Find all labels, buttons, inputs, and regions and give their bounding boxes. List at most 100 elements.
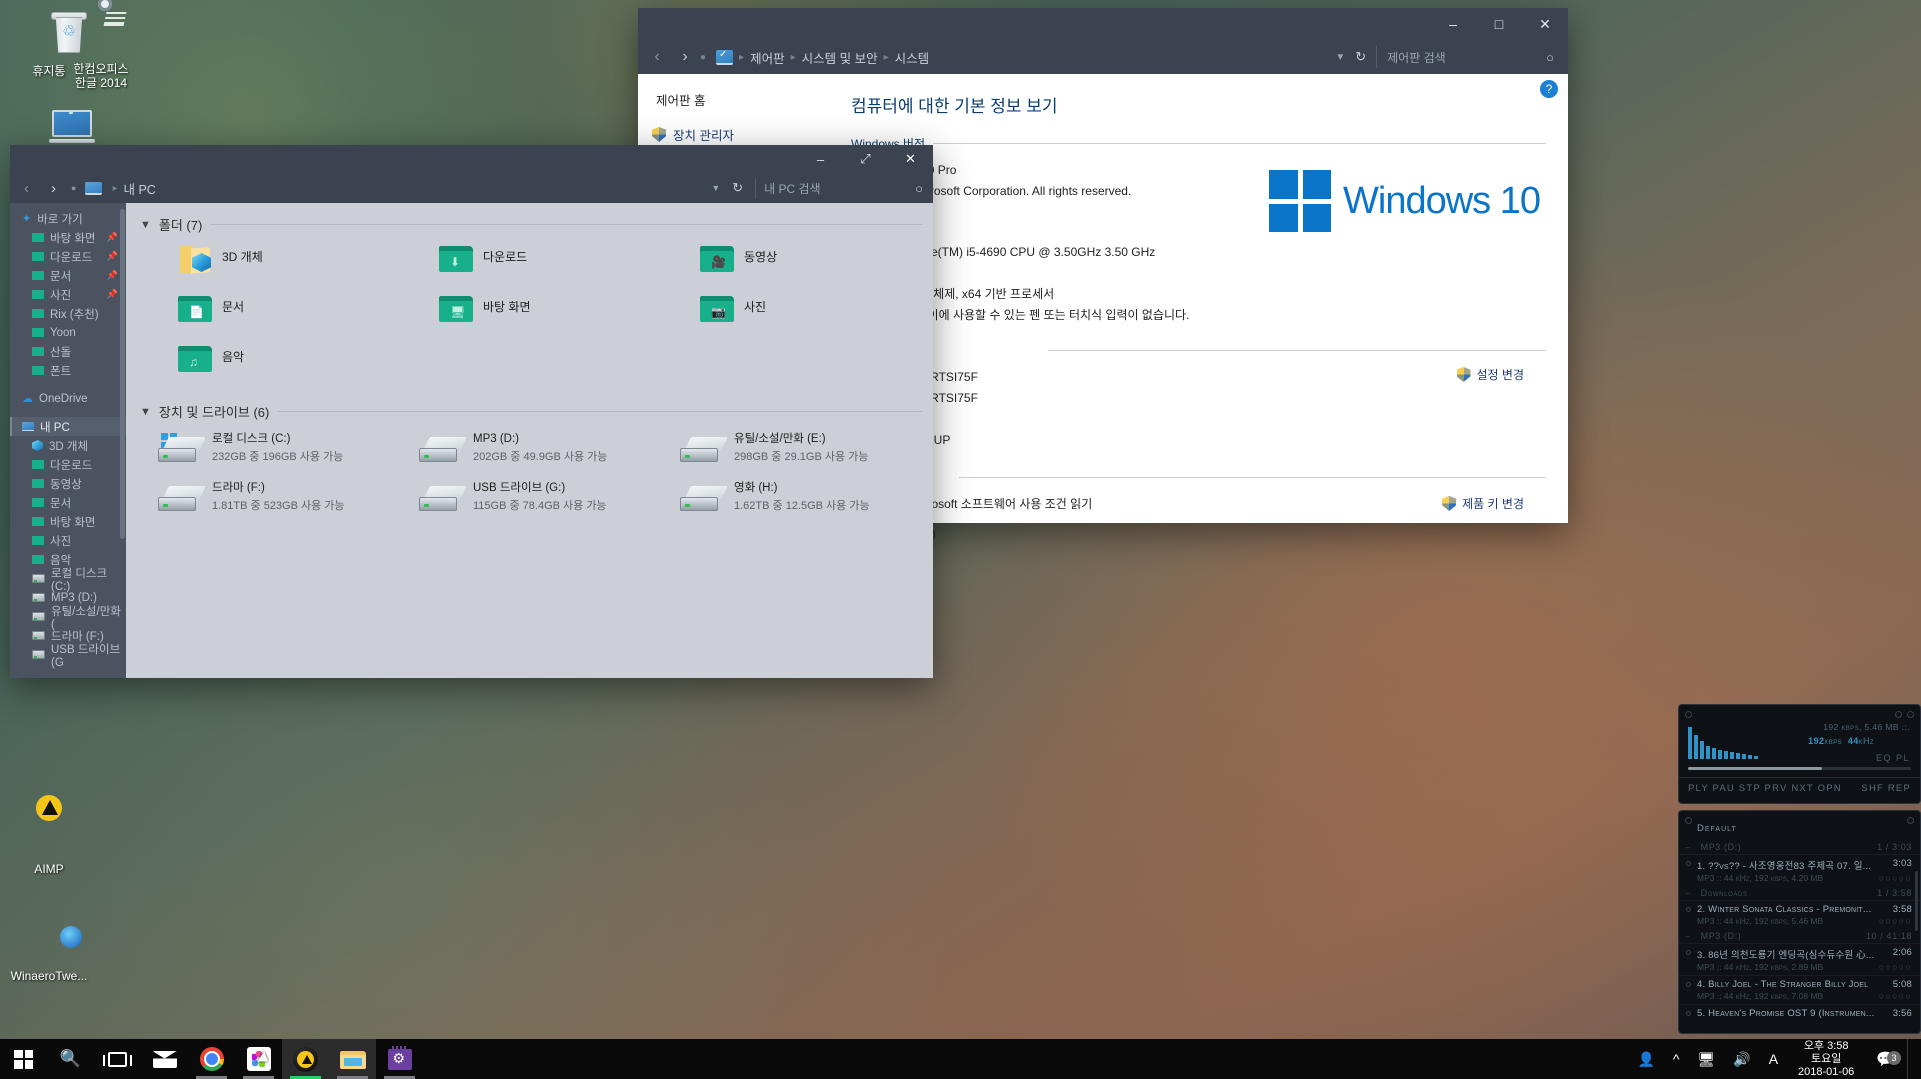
back-button[interactable]: ‹ xyxy=(644,48,670,66)
close-button[interactable]: ✕ xyxy=(1522,8,1568,40)
control-panel-home-link[interactable]: 제어판 홈 xyxy=(652,90,833,109)
minimize-button[interactable]: – xyxy=(1430,8,1476,40)
playlist-track[interactable]: 2. Winter Sonata Classics - Premonit... … xyxy=(1679,900,1920,929)
people-icon[interactable]: 👤 xyxy=(1629,1039,1662,1079)
rating-stars[interactable]: ○○○○○ xyxy=(1879,873,1912,883)
chevron-down-icon[interactable]: ▼ xyxy=(140,406,151,418)
chevron-down-icon[interactable]: ▼ xyxy=(1335,52,1345,63)
rating-stars[interactable]: ○○○○○ xyxy=(1879,916,1912,926)
forward-button[interactable]: › xyxy=(41,180,66,197)
rating-stars[interactable]: ○○○○○ xyxy=(1879,991,1912,1001)
minimize-knob-icon[interactable] xyxy=(1895,711,1902,718)
explorer-navbar[interactable]: ‹ › ● ▸ 내 PC ▼ ↻ 내 PC 검색 ○ xyxy=(10,173,933,203)
drive-item-f[interactable]: 드라마 (F:) 1.81TB 중 523GB 사용 가능 xyxy=(140,476,401,525)
aimp-player-main[interactable]: 192 kbps, 5.46 MB ::. 192kbps 44kHz EQ P… xyxy=(1678,704,1921,804)
tree-item-pc-videos[interactable]: 동영상 xyxy=(10,474,126,493)
control-panel-titlebar[interactable]: – □ ✕ xyxy=(638,8,1568,40)
drive-item-h[interactable]: 영화 (H:) 1.62TB 중 12.5GB 사용 가능 xyxy=(662,476,923,525)
playlist-track[interactable]: 3. 86년 의천도룡기 엔딩곡(심수듀수원 心... 2:06 MP3 :: … xyxy=(1679,943,1920,975)
desktop-icon-aimp[interactable]: AIMP xyxy=(6,795,92,876)
tree-item-downloads[interactable]: 다운로드 📌 xyxy=(10,247,126,266)
tree-item-desktop[interactable]: 바탕 화면 📌 xyxy=(10,228,126,247)
tree-item-quick-access[interactable]: ✦ 바로 가기 xyxy=(10,209,126,228)
task-view-button[interactable] xyxy=(94,1039,141,1079)
folder-item-downloads[interactable]: ⬇ 다운로드 xyxy=(401,240,662,290)
folder-item-music[interactable]: ♫ 음악 xyxy=(140,340,401,390)
playlist-group-header[interactable]: MP3 (D:) 1 / 3:03 xyxy=(1679,840,1920,854)
playlist-track[interactable]: 5. Heaven's Promise OST 9 (Instrumen... … xyxy=(1679,1004,1920,1022)
seek-slider[interactable] xyxy=(1688,767,1911,770)
window-knob-icon[interactable] xyxy=(1685,711,1692,718)
search-button[interactable]: 🔍 xyxy=(47,1039,94,1079)
tree-item-pc-pictures[interactable]: 사진 xyxy=(10,531,126,550)
ime-indicator[interactable]: A xyxy=(1761,1039,1786,1079)
tree-item-pc-documents[interactable]: 문서 xyxy=(10,493,126,512)
navigation-pane-scrollbar[interactable] xyxy=(120,209,125,539)
refresh-icon[interactable]: ↻ xyxy=(732,180,743,196)
tree-item-sandoll[interactable]: 산돌 xyxy=(10,342,126,361)
folder-item-desktop[interactable]: 🖥 바탕 화면 xyxy=(401,290,662,340)
volume-icon[interactable]: 🔊 xyxy=(1725,1039,1758,1079)
tree-item-drive-e[interactable]: 유틸/소설/만화 ( xyxy=(10,606,126,631)
drives-section-header[interactable]: ▼ 장치 및 드라이브 (6) xyxy=(140,402,923,421)
change-product-key-link[interactable]: 제품 키 변경 xyxy=(1442,495,1524,512)
eq-pl-buttons[interactable]: EQ PL xyxy=(1876,753,1910,763)
maximize-button[interactable]: □ xyxy=(1476,8,1522,40)
network-icon[interactable]: 🖥 xyxy=(1689,1039,1723,1079)
mail-button[interactable] xyxy=(141,1039,188,1079)
folder-item-documents[interactable]: 📄 문서 xyxy=(140,290,401,340)
drive-item-d[interactable]: MP3 (D:) 202GB 중 49.9GB 사용 가능 xyxy=(401,427,662,476)
help-icon[interactable]: ? xyxy=(1540,80,1558,98)
tree-item-rix[interactable]: Rix (추천) xyxy=(10,304,126,323)
desktop-icon-winaero-tweaker[interactable]: WinaeroTwe... xyxy=(6,915,92,983)
breadcrumb-system[interactable]: 시스템 xyxy=(891,48,934,67)
folder-item-videos[interactable]: 🎥 동영상 xyxy=(662,240,923,290)
folder-item-pictures[interactable]: 📷 사진 xyxy=(662,290,923,340)
aimp-player[interactable]: 192 kbps, 5.46 MB ::. 192kbps 44kHz EQ P… xyxy=(1678,704,1921,1036)
show-desktop-button[interactable] xyxy=(1907,1039,1915,1079)
clock[interactable]: 오후 3:58 토요일 2018-01-06 xyxy=(1788,1040,1864,1079)
desktop-icon-hancom-office[interactable]: 한 한컴오피스 한글 2014 xyxy=(58,0,144,90)
folder-item-3d-objects[interactable]: 3D 개체 xyxy=(140,240,401,290)
explorer-content-pane[interactable]: ▼ 폴더 (7) 3D 개체 ⬇ 다운로드 🎥 동영상 📄 문서 🖥 바탕 화면… xyxy=(126,203,933,678)
control-panel-search-input[interactable]: 제어판 검색 xyxy=(1376,46,1537,68)
folders-section-header[interactable]: ▼ 폴더 (7) xyxy=(140,215,923,234)
transport-controls[interactable]: PLY PAU STP PRV NXT OPN xyxy=(1688,783,1842,794)
forward-button[interactable]: › xyxy=(672,48,698,66)
aimp-button[interactable] xyxy=(282,1039,329,1079)
change-settings-link[interactable]: 설정 변경 xyxy=(1456,366,1524,383)
restore-button[interactable]: ⤢ xyxy=(843,145,888,173)
playlist-track[interactable]: 4. Billy Joel - The Stranger Billy Joel … xyxy=(1679,975,1920,1004)
chevron-down-icon[interactable]: ▼ xyxy=(140,219,151,231)
breadcrumb-this-pc[interactable]: 내 PC xyxy=(123,179,155,198)
show-hidden-icons-chevron[interactable]: ^ xyxy=(1665,1039,1688,1079)
tree-item-documents[interactable]: 문서 📌 xyxy=(10,266,126,285)
close-button[interactable]: ✕ xyxy=(888,145,933,173)
tree-item-this-pc[interactable]: 내 PC xyxy=(10,417,126,436)
drive-item-g[interactable]: USB 드라이브 (G:) 115GB 중 78.4GB 사용 가능 xyxy=(401,476,662,525)
drive-item-e[interactable]: 유틸/소설/만화 (E:) 298GB 중 29.1GB 사용 가능 xyxy=(662,427,923,476)
tree-item-pictures[interactable]: 사진 📌 xyxy=(10,285,126,304)
search-icon[interactable]: ○ xyxy=(915,181,923,196)
breadcrumb-control-panel[interactable]: 제어판 xyxy=(746,48,789,67)
explorer-search-input[interactable]: 내 PC 검색 xyxy=(755,177,903,199)
drive-item-c[interactable]: 로컬 디스크 (C:) 232GB 중 196GB 사용 가능 xyxy=(140,427,401,476)
explorer-button[interactable] xyxy=(329,1039,376,1079)
explorer-titlebar[interactable]: – ⤢ ✕ xyxy=(10,145,933,173)
tree-item-drive-c[interactable]: 로컬 디스크 (C:) xyxy=(10,568,126,593)
tree-item-drive-g[interactable]: USB 드라이브 (G xyxy=(10,644,126,669)
tree-item-pc-desktop[interactable]: 바탕 화면 xyxy=(10,512,126,531)
up-button[interactable]: ● xyxy=(68,183,79,193)
playlist-scrollbar[interactable] xyxy=(1915,871,1918,931)
playlist-group-header[interactable]: MP3 (D:) 10 / 41:18 xyxy=(1679,929,1920,943)
tree-item-onedrive[interactable]: ☁ OneDrive xyxy=(10,389,126,408)
chevron-down-icon[interactable]: ▼ xyxy=(711,183,720,193)
device-manager-link[interactable]: 장치 관리자 xyxy=(652,125,833,144)
back-button[interactable]: ‹ xyxy=(14,180,39,197)
tree-item-pc-downloads[interactable]: 다운로드 xyxy=(10,455,126,474)
refresh-icon[interactable]: ↻ xyxy=(1355,49,1366,65)
chrome-button[interactable] xyxy=(188,1039,235,1079)
playlist-track[interactable]: 1. ??vs?? - 사조영웅전83 주제곡 07. 일... 3:03 MP… xyxy=(1679,854,1920,886)
file-explorer-window[interactable]: – ⤢ ✕ ‹ › ● ▸ 내 PC ▼ ↻ 내 PC 검색 ○ ✦ 바로 가기 xyxy=(10,145,933,678)
playlist-close-knob-icon[interactable] xyxy=(1907,817,1914,824)
